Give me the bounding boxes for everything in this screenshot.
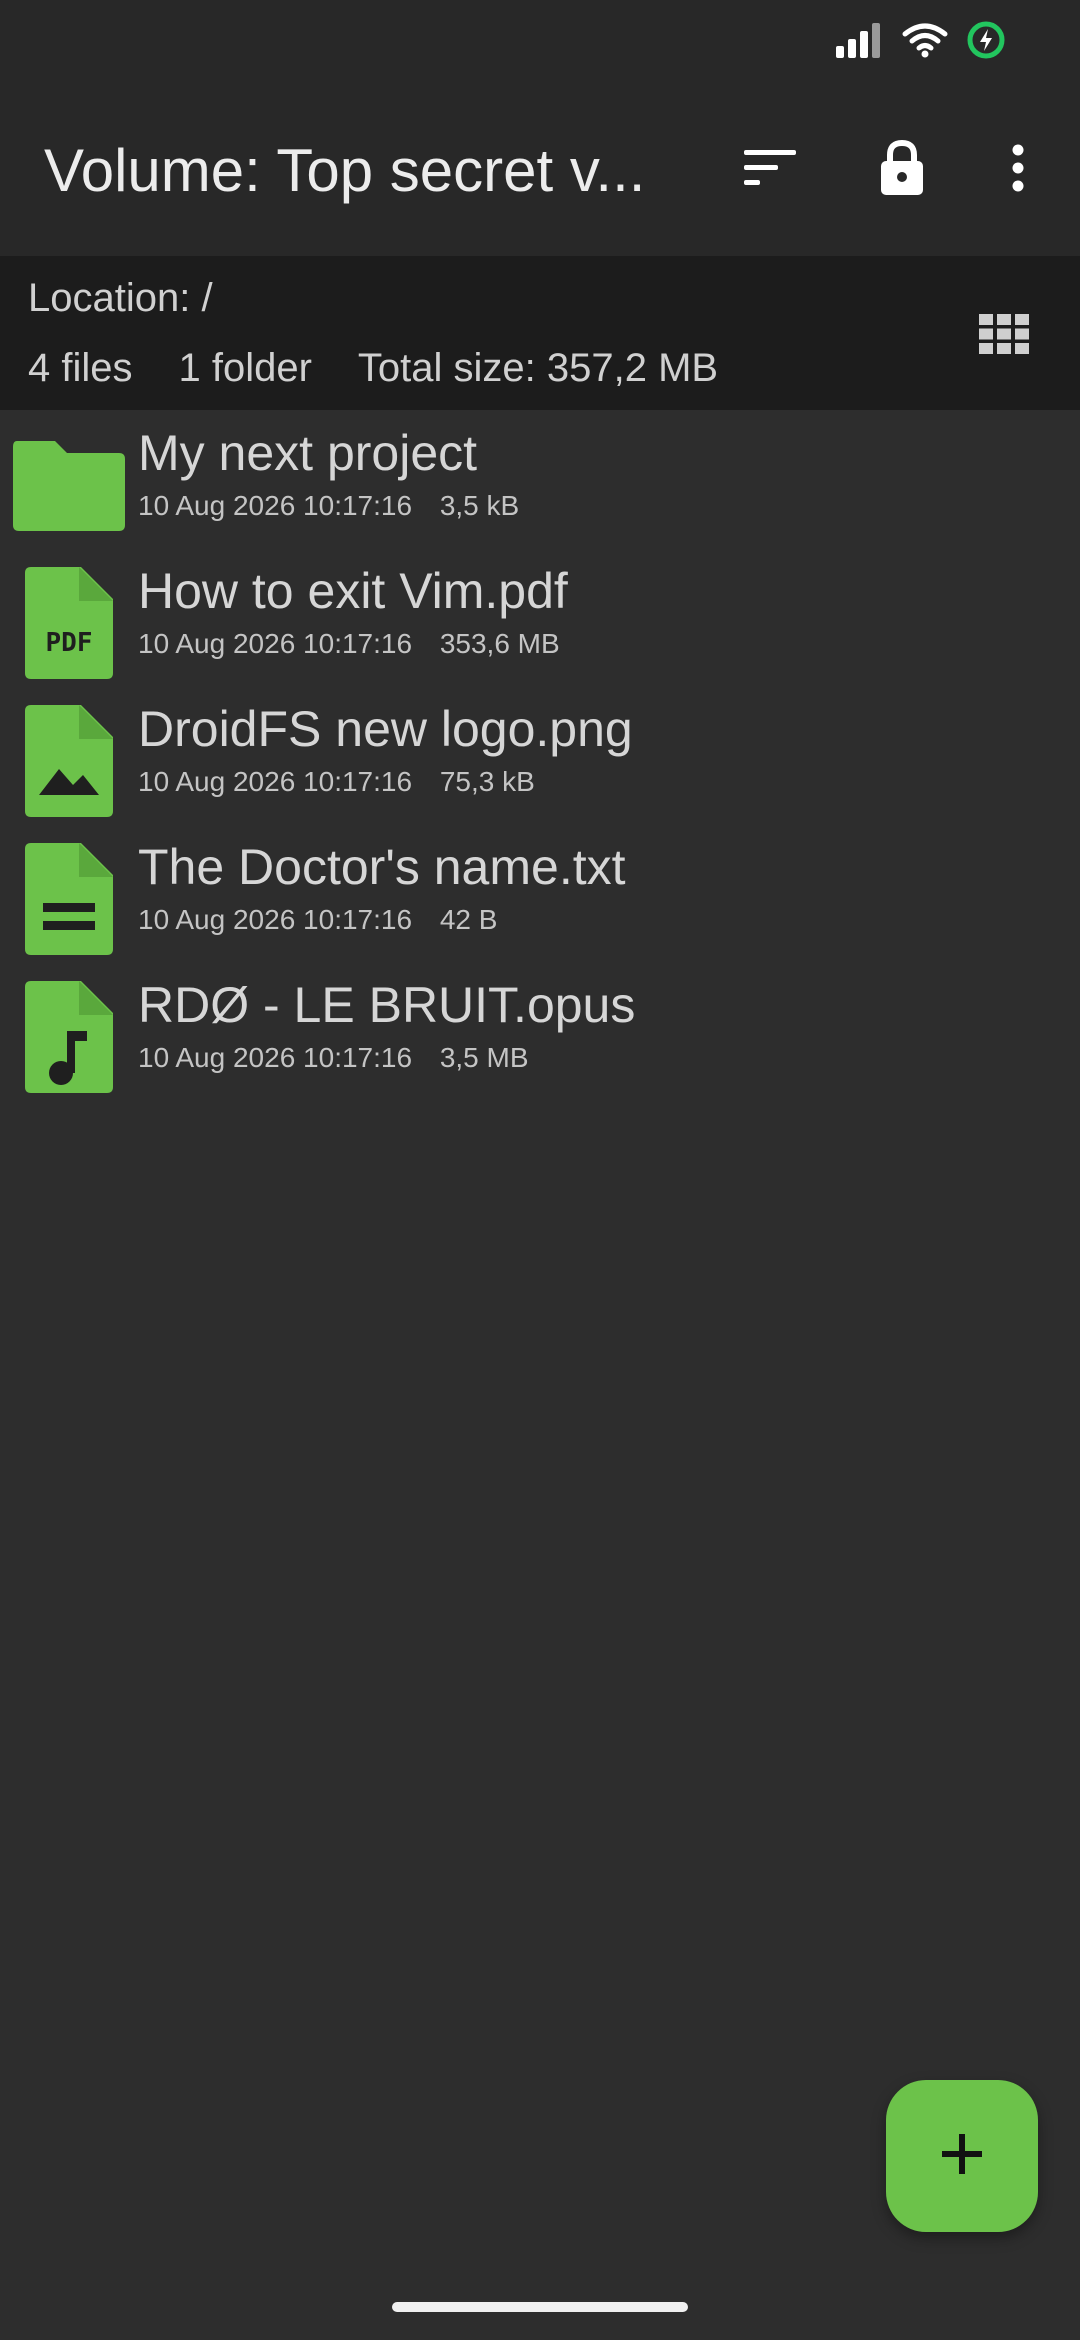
files-count: 4 files bbox=[28, 346, 133, 390]
file-name: My next project bbox=[138, 425, 478, 481]
app-title: Volume: Top secret v... bbox=[44, 137, 646, 204]
screen: Volume: Top secret v... Location: / 4 fi… bbox=[0, 0, 1080, 2340]
gesture-bar[interactable] bbox=[392, 2302, 688, 2312]
file-name: DroidFS new logo.png bbox=[138, 701, 633, 757]
audio-file-icon bbox=[10, 978, 128, 1096]
more-options-button[interactable] bbox=[968, 120, 1068, 220]
list-item-pdf[interactable]: PDF How to exit Vim.pdf 10 Aug 2026 10:1… bbox=[0, 550, 1080, 688]
list-item-text[interactable]: The Doctor's name.txt 10 Aug 2026 10:17:… bbox=[0, 826, 1080, 964]
sort-icon bbox=[742, 148, 798, 193]
pdf-file-icon: PDF bbox=[10, 564, 128, 682]
signal-icon bbox=[834, 22, 884, 63]
file-size: 3,5 MB bbox=[439, 1042, 529, 1073]
file-meta: 10 Aug 2026 10:17:16 3,5 MB bbox=[138, 1042, 529, 1074]
grid-view-icon bbox=[979, 313, 1029, 359]
image-file-icon bbox=[10, 702, 128, 820]
info-bar: Location: / 4 files 1 folder Total size:… bbox=[0, 256, 1080, 410]
file-meta: 10 Aug 2026 10:17:16 75,3 kB bbox=[138, 766, 535, 798]
lock-icon bbox=[879, 139, 925, 202]
file-meta: 10 Aug 2026 10:17:16 3,5 kB bbox=[138, 490, 519, 522]
status-bar bbox=[0, 0, 1080, 80]
folder-icon bbox=[10, 426, 128, 544]
lock-button[interactable] bbox=[852, 120, 952, 220]
file-meta: 10 Aug 2026 10:17:16 353,6 MB bbox=[138, 628, 560, 660]
stats-row: 4 files 1 folder Total size: 357,2 MB bbox=[28, 346, 718, 391]
file-name: The Doctor's name.txt bbox=[138, 839, 626, 895]
app-bar: Volume: Top secret v... bbox=[0, 80, 1080, 256]
file-size: 42 B bbox=[439, 904, 498, 935]
file-date: 10 Aug 2026 10:17:16 bbox=[138, 766, 413, 797]
plus-icon bbox=[940, 2132, 984, 2181]
add-fab-button[interactable] bbox=[886, 2080, 1038, 2232]
file-size: 3,5 kB bbox=[439, 490, 520, 521]
file-name: RDØ - LE BRUIT.opus bbox=[138, 977, 636, 1033]
file-size: 353,6 MB bbox=[439, 628, 560, 659]
file-date: 10 Aug 2026 10:17:16 bbox=[138, 1042, 413, 1073]
file-list: My next project 10 Aug 2026 10:17:16 3,5… bbox=[0, 412, 1080, 1102]
list-item-audio[interactable]: RDØ - LE BRUIT.opus 10 Aug 2026 10:17:16… bbox=[0, 964, 1080, 1102]
file-size: 75,3 kB bbox=[439, 766, 535, 797]
sort-button[interactable] bbox=[720, 120, 820, 220]
file-date: 10 Aug 2026 10:17:16 bbox=[138, 904, 413, 935]
battery-charging-icon bbox=[966, 20, 1006, 65]
file-meta: 10 Aug 2026 10:17:16 42 B bbox=[138, 904, 497, 936]
location-label: Location: / bbox=[28, 276, 213, 320]
text-file-icon bbox=[10, 840, 128, 958]
folders-count: 1 folder bbox=[178, 346, 312, 390]
wifi-icon bbox=[902, 22, 948, 63]
file-name: How to exit Vim.pdf bbox=[138, 563, 568, 619]
view-toggle-button[interactable] bbox=[964, 296, 1044, 376]
pdf-icon-text: PDF bbox=[46, 628, 93, 658]
list-item-folder[interactable]: My next project 10 Aug 2026 10:17:16 3,5… bbox=[0, 412, 1080, 550]
more-vert-icon bbox=[1011, 143, 1025, 198]
total-size: Total size: 357,2 MB bbox=[357, 346, 719, 390]
file-date: 10 Aug 2026 10:17:16 bbox=[138, 628, 413, 659]
list-item-image[interactable]: DroidFS new logo.png 10 Aug 2026 10:17:1… bbox=[0, 688, 1080, 826]
file-date: 10 Aug 2026 10:17:16 bbox=[138, 490, 413, 521]
